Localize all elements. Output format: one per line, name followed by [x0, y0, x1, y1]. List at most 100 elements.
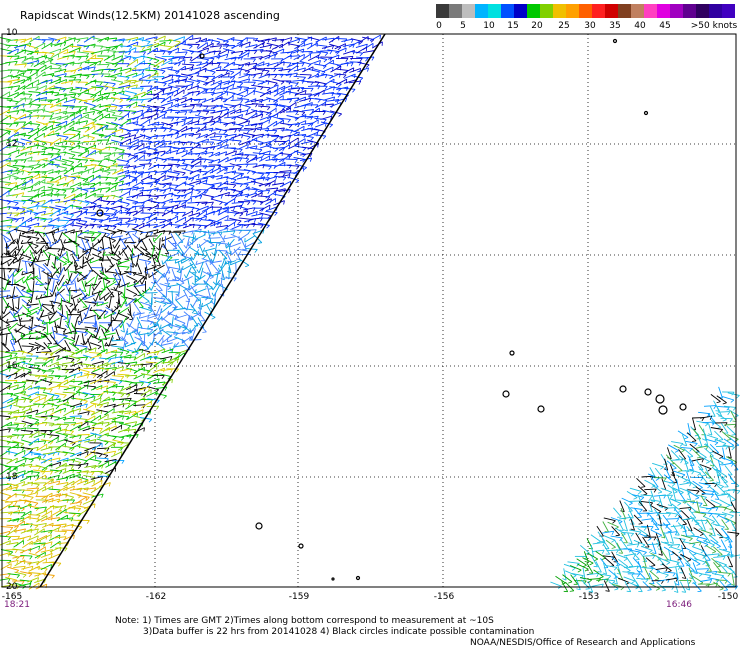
wind-barb [126, 154, 138, 162]
wind-barb-feather [112, 392, 116, 396]
wind-barb-feather [140, 382, 144, 387]
wind-barb-feather [337, 94, 341, 98]
wind-barb-feather [181, 259, 183, 264]
wind-barb [118, 132, 131, 138]
wind-barb-feather [9, 81, 13, 86]
wind-barb [231, 223, 243, 230]
wind-barb [245, 163, 258, 165]
wind-barb [340, 55, 354, 59]
wind-barb-feather [322, 111, 326, 115]
wind-barb [64, 261, 74, 272]
wind-barb [124, 90, 137, 95]
wind-barb [62, 416, 75, 421]
wind-barb [105, 425, 117, 432]
wind-barb-feather [162, 190, 166, 194]
wind-barb-feather [42, 327, 46, 331]
wind-barb [166, 121, 179, 126]
wind-barb [41, 375, 54, 379]
wind-barb-feather [71, 340, 76, 344]
wind-barb-feather [352, 89, 356, 93]
wind-barb [89, 181, 101, 188]
wind-barb [84, 144, 96, 151]
wind-barb [147, 56, 160, 61]
wind-barb [48, 147, 61, 151]
wind-barb [278, 139, 290, 146]
wind-barb-feather [35, 232, 39, 237]
wind-barb [62, 43, 74, 51]
wind-barb [82, 50, 95, 53]
wind-barb [12, 192, 24, 197]
wind-barb [166, 183, 179, 186]
wind-barb-feather [37, 105, 41, 109]
wind-barb [223, 230, 236, 233]
wind-barb [40, 103, 54, 106]
wind-barb-feather [163, 395, 167, 399]
wind-barb-feather [163, 83, 167, 87]
wind-barb [33, 151, 46, 153]
wind-barb [87, 338, 92, 351]
wind-barb [82, 187, 96, 190]
wind-barb [140, 246, 151, 255]
wind-barb-feather [274, 130, 278, 135]
wind-barb [126, 129, 139, 132]
wind-barb-feather [30, 166, 34, 171]
wind-barb [264, 180, 276, 187]
wind-barb [153, 211, 166, 214]
wind-barb [181, 146, 194, 149]
wind-barb [161, 198, 173, 204]
wind-barb [103, 332, 116, 336]
wind-barb-feather [260, 173, 264, 178]
wind-barb [111, 345, 124, 348]
wind-barb-feather [147, 257, 152, 261]
wind-barb [7, 55, 20, 57]
wind-barb [112, 114, 125, 118]
wind-barb [139, 288, 150, 297]
wind-barb-feather [183, 274, 187, 279]
wind-barb-feather [323, 59, 328, 63]
wind-barb [181, 133, 194, 135]
wind-barb-feather [76, 358, 81, 362]
wind-barb [40, 378, 53, 384]
wind-barb-feather [86, 75, 90, 80]
wind-barb [6, 319, 19, 323]
wind-barb [83, 35, 95, 43]
wind-barb [120, 119, 131, 127]
wind-barb-feather [42, 115, 46, 120]
wind-barb [55, 120, 68, 127]
wind-barb [49, 108, 61, 113]
wind-barb-feather [169, 347, 172, 352]
wind-barb-feather [133, 280, 138, 284]
wind-barb [279, 90, 291, 96]
wind-barb [161, 304, 171, 314]
wind-barb-feather [180, 282, 185, 285]
wind-barb [75, 327, 88, 330]
wind-barb [133, 302, 142, 314]
wind-barb-feather [252, 74, 256, 79]
wind-barb [113, 174, 125, 179]
wind-barb-feather [133, 263, 137, 267]
wind-barb [216, 121, 229, 125]
wind-barb-feather [164, 208, 168, 212]
wind-barb-feather [329, 124, 333, 128]
wind-barb [132, 180, 144, 188]
wind-barb-feather [39, 284, 44, 287]
wind-barb [12, 207, 25, 210]
wind-barb [335, 47, 347, 54]
wind-barb [140, 85, 153, 87]
wind-barb-feather [70, 214, 74, 218]
wind-barb-feather [58, 65, 62, 69]
wind-barb-feather [268, 166, 272, 170]
wind-barb-feather [26, 312, 28, 317]
wind-barb-feather [68, 309, 71, 314]
wind-barb [243, 90, 255, 98]
wind-barb-feather [79, 425, 81, 430]
wind-barb [180, 56, 193, 59]
wind-barb-feather [189, 76, 194, 80]
wind-barb [139, 74, 151, 80]
wind-barb-feather [266, 173, 270, 177]
wind-barb-feather [93, 303, 97, 307]
wind-barb [209, 182, 222, 186]
wind-barb [126, 178, 138, 186]
wind-barb-feather [7, 274, 10, 279]
wind-barb [83, 101, 96, 107]
